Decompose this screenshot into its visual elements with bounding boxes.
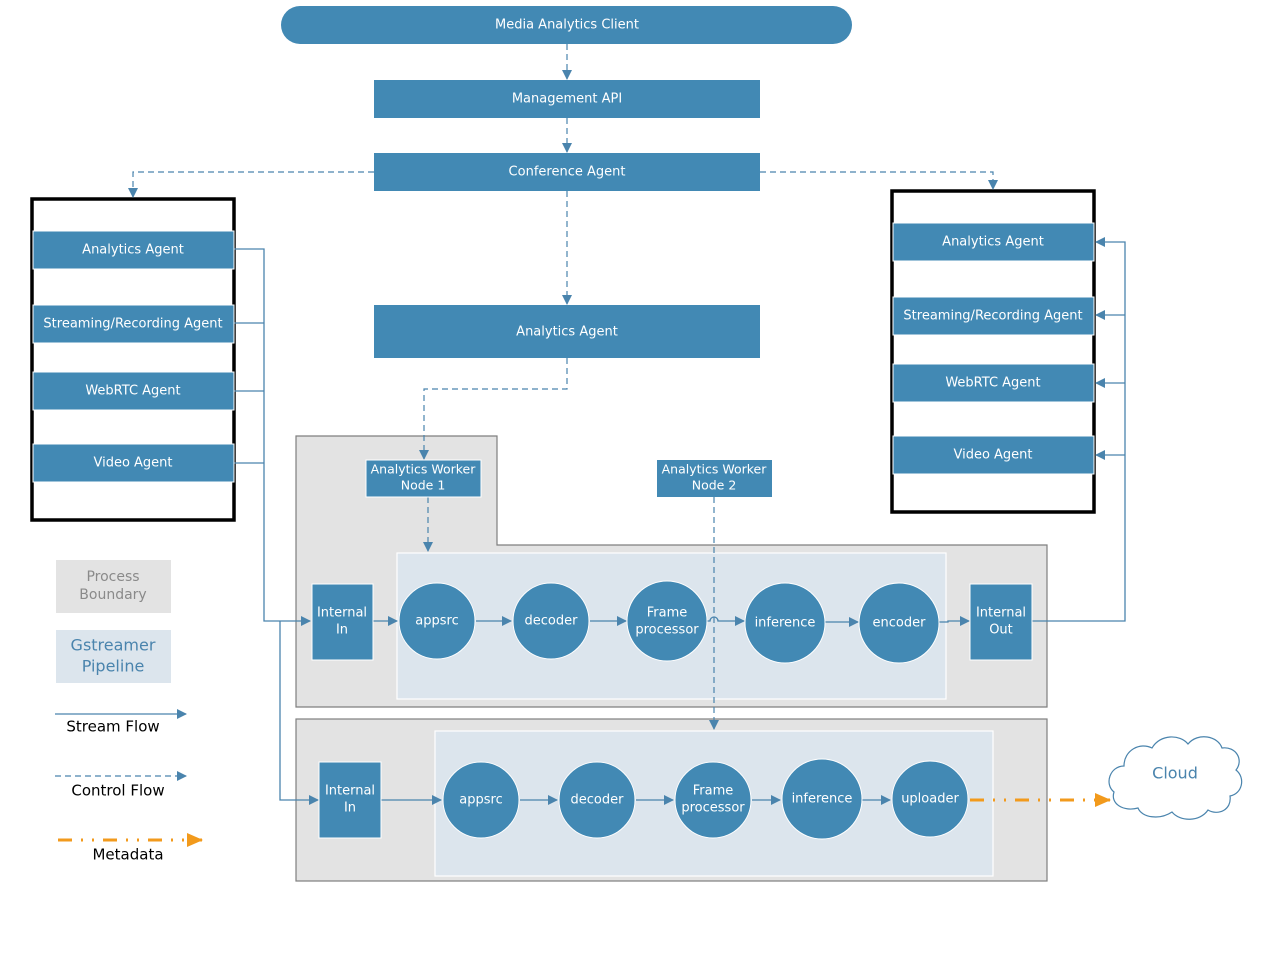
worker-1-label-line1: Analytics Worker bbox=[371, 462, 477, 477]
p1-inference-label: inference bbox=[755, 616, 816, 631]
legend-control-flow-label: Control Flow bbox=[71, 782, 164, 800]
p2-stage-appsrc[interactable]: appsrc bbox=[442, 761, 520, 839]
legend-gstreamer-pipeline: Gstreamer Pipeline bbox=[56, 630, 171, 683]
right-agent-video[interactable]: Video Agent bbox=[892, 435, 1095, 475]
p1-stage-encoder[interactable]: encoder bbox=[858, 582, 940, 664]
left-agent-video-label: Video Agent bbox=[93, 456, 172, 471]
worker-2-label-line1: Analytics Worker bbox=[662, 462, 768, 477]
p1-internal-out[interactable]: Internal Out bbox=[969, 583, 1033, 661]
p2-uploader-label: uploader bbox=[901, 792, 959, 807]
p1-internal-in-line2: In bbox=[336, 623, 348, 638]
p2-frame-label-line1: Frame bbox=[693, 784, 734, 799]
p1-stage-appsrc[interactable]: appsrc bbox=[398, 582, 476, 660]
p1-internal-in[interactable]: Internal In bbox=[311, 583, 374, 661]
worker-2-label-line2: Node 2 bbox=[692, 478, 737, 493]
legend-pipeline-line1: Gstreamer bbox=[71, 636, 156, 655]
management-api-node[interactable]: Management API bbox=[374, 80, 760, 118]
p1-decoder-label: decoder bbox=[525, 614, 579, 629]
right-agent-webrtc-label: WebRTC Agent bbox=[945, 376, 1040, 391]
p2-internal-in[interactable]: Internal In bbox=[318, 761, 382, 839]
p2-inference-label: inference bbox=[792, 792, 853, 807]
legend-stream-flow-label: Stream Flow bbox=[66, 718, 159, 736]
legend-process-boundary: Process Boundary bbox=[56, 560, 171, 613]
conference-agent-node[interactable]: Conference Agent bbox=[374, 153, 760, 191]
worker-1-label-line2: Node 1 bbox=[401, 478, 446, 493]
left-agent-streaming[interactable]: Streaming/Recording Agent bbox=[32, 304, 235, 344]
right-agent-video-label: Video Agent bbox=[953, 448, 1032, 463]
right-agent-webrtc[interactable]: WebRTC Agent bbox=[892, 363, 1095, 403]
cloud-node[interactable]: Cloud bbox=[1108, 736, 1243, 820]
left-agent-video[interactable]: Video Agent bbox=[32, 443, 235, 483]
left-agent-webrtc-label: WebRTC Agent bbox=[85, 384, 180, 399]
p2-stage-frame-processor[interactable]: Frame processor bbox=[674, 761, 752, 839]
analytics-worker-node-2[interactable]: Analytics Worker Node 2 bbox=[657, 460, 772, 497]
management-api-label: Management API bbox=[512, 92, 622, 107]
architecture-diagram: Media Analytics Client Management API Co… bbox=[30, 6, 1243, 882]
control-flow-conference-to-left bbox=[128, 171, 374, 198]
control-flow-conference-to-right bbox=[760, 171, 998, 190]
right-agent-analytics[interactable]: Analytics Agent bbox=[892, 222, 1095, 262]
left-agent-analytics-label: Analytics Agent bbox=[82, 243, 184, 258]
conference-agent-label: Conference Agent bbox=[509, 165, 626, 180]
p2-stage-decoder[interactable]: decoder bbox=[558, 761, 636, 839]
p1-stage-inference[interactable]: inference bbox=[744, 582, 826, 664]
p2-appsrc-label: appsrc bbox=[459, 793, 502, 808]
left-agent-streaming-label: Streaming/Recording Agent bbox=[43, 317, 222, 332]
left-agent-analytics[interactable]: Analytics Agent bbox=[32, 230, 235, 270]
analytics-agent-label: Analytics Agent bbox=[516, 325, 618, 340]
cloud-label: Cloud bbox=[1152, 764, 1198, 783]
left-agent-webrtc[interactable]: WebRTC Agent bbox=[32, 371, 235, 411]
analytics-agent-node[interactable]: Analytics Agent bbox=[374, 305, 760, 358]
p1-internal-out-line2: Out bbox=[989, 623, 1013, 638]
p1-stage-decoder[interactable]: decoder bbox=[512, 582, 590, 660]
p2-frame-label-line2: processor bbox=[681, 801, 745, 816]
p1-appsrc-label: appsrc bbox=[415, 614, 458, 629]
legend: Process Boundary Gstreamer Pipeline Stre… bbox=[55, 560, 203, 864]
legend-process-line1: Process bbox=[86, 569, 139, 585]
p2-decoder-label: decoder bbox=[571, 793, 625, 808]
client-label: Media Analytics Client bbox=[495, 18, 639, 33]
p1-internal-out-line1: Internal bbox=[976, 606, 1026, 621]
right-agent-analytics-label: Analytics Agent bbox=[942, 235, 1044, 250]
p2-stage-uploader[interactable]: uploader bbox=[891, 760, 969, 838]
p2-stage-inference[interactable]: inference bbox=[781, 758, 863, 840]
legend-pipeline-line2: Pipeline bbox=[82, 657, 145, 676]
client-node[interactable]: Media Analytics Client bbox=[281, 6, 852, 44]
p2-internal-in-line1: Internal bbox=[325, 784, 375, 799]
legend-process-line2: Boundary bbox=[79, 587, 146, 603]
right-agent-streaming[interactable]: Streaming/Recording Agent bbox=[892, 296, 1095, 336]
right-agent-streaming-label: Streaming/Recording Agent bbox=[903, 309, 1082, 324]
p1-encoder-label: encoder bbox=[873, 616, 927, 631]
analytics-worker-node-1[interactable]: Analytics Worker Node 1 bbox=[365, 459, 482, 498]
p1-frame-label-line2: processor bbox=[635, 623, 699, 638]
p1-stage-frame-processor[interactable]: Frame processor bbox=[626, 580, 708, 662]
p1-internal-in-line1: Internal bbox=[317, 606, 367, 621]
legend-metadata-label: Metadata bbox=[92, 846, 163, 864]
p1-frame-label-line1: Frame bbox=[647, 606, 688, 621]
p2-internal-in-line2: In bbox=[344, 801, 356, 816]
